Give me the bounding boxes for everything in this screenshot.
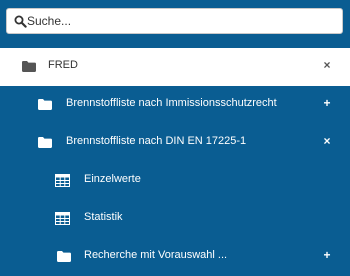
folder-icon [57,251,71,262]
tree-item-statistik[interactable]: Statistik [0,200,350,238]
search-input[interactable] [27,11,327,31]
search-icon [14,15,27,28]
tree-item-einzelwerte[interactable]: Einzelwerte [0,162,350,200]
collapse-icon[interactable]: × [321,134,333,148]
tree-item-recherche-vorauswahl[interactable]: Recherche mit Vorauswahl ... + [0,238,350,276]
collapse-icon[interactable]: × [321,58,333,72]
tree-item-brennstoffliste-din[interactable]: Brennstoffliste nach DIN EN 17225-1 × [0,124,350,162]
table-icon [55,174,70,187]
tree-panel: FRED × Brennstoffliste nach Immissionssc… [0,0,350,274]
folder-icon [22,61,36,72]
tree-item-label: Brennstoffliste nach Immissionsschutzrec… [66,97,277,109]
expand-icon[interactable]: + [321,96,333,110]
expand-icon[interactable]: + [321,248,333,262]
folder-icon [38,99,52,110]
tree-item-fred[interactable]: FRED × [0,48,350,86]
tree-item-label: Brennstoffliste nach DIN EN 17225-1 [66,135,247,147]
tree-item-brennstoffliste-immissionsschutzrecht[interactable]: Brennstoffliste nach Immissionsschutzrec… [0,86,350,124]
tree-item-label: Einzelwerte [84,173,141,185]
search-box[interactable] [6,8,343,34]
search-area [0,0,350,44]
tree-item-label: Recherche mit Vorauswahl ... [84,249,228,261]
tree-item-label: FRED [48,59,78,71]
tree-item-label: Statistik [84,211,123,223]
table-icon [55,212,70,225]
folder-icon [38,137,52,148]
